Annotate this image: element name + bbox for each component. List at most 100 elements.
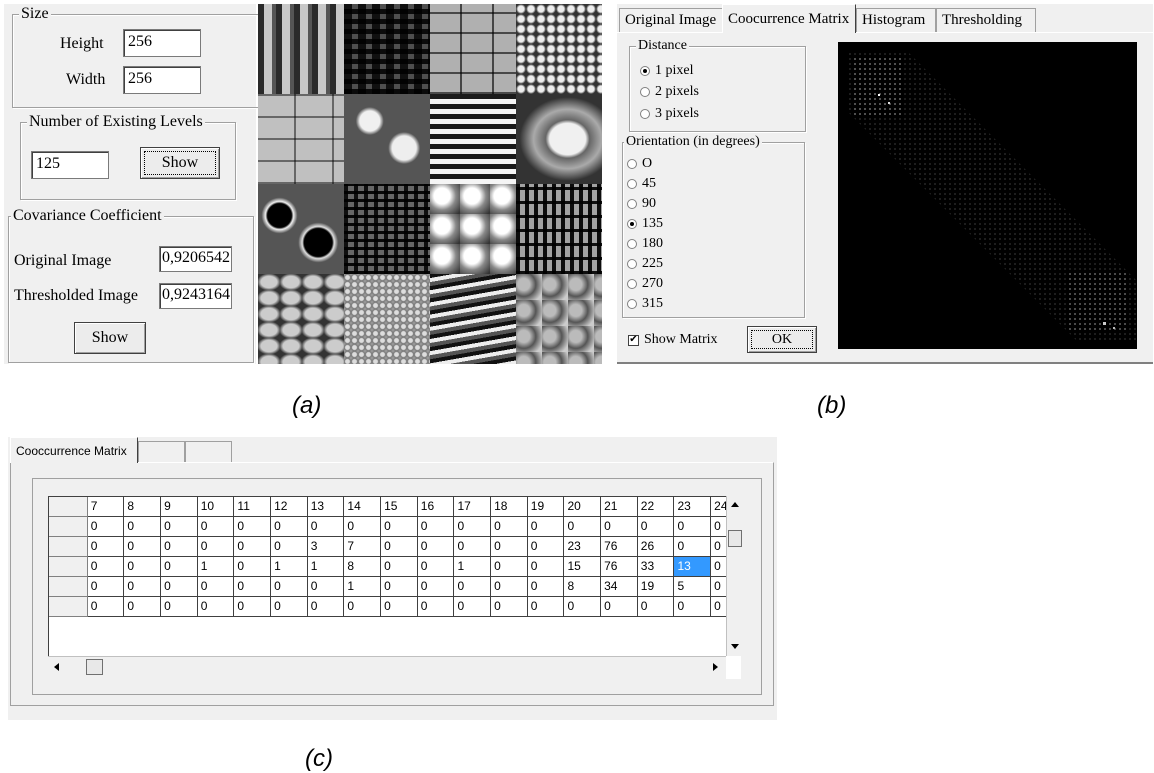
- tab-coocurrence-matrix[interactable]: Coocurrence Matrix: [722, 4, 856, 33]
- table-cell[interactable]: 0: [453, 536, 492, 557]
- table-cell[interactable]: 1: [343, 576, 382, 597]
- distance-option-2-pixels[interactable]: 2 pixels: [640, 84, 699, 100]
- table-cell[interactable]: 0: [123, 536, 162, 557]
- distance-option-3-pixels[interactable]: 3 pixels: [640, 106, 699, 122]
- scroll-right-arrow-icon[interactable]: [713, 663, 718, 671]
- column-header[interactable]: 9: [160, 497, 198, 517]
- table-cell[interactable]: 0: [600, 596, 638, 617]
- height-field[interactable]: 256: [123, 29, 201, 57]
- table-cell[interactable]: 0: [453, 576, 492, 597]
- table-cell[interactable]: 0: [86, 576, 125, 597]
- table-cell[interactable]: 0: [160, 556, 198, 577]
- table-cell[interactable]: 0: [416, 556, 455, 577]
- table-cell[interactable]: 0: [270, 536, 308, 557]
- tab-cooccurrence-matrix[interactable]: Cooccurrence Matrix: [10, 437, 138, 463]
- table-cell[interactable]: 0: [526, 556, 565, 577]
- tab-original-image[interactable]: Original Image: [619, 8, 723, 32]
- table-cell[interactable]: 0: [123, 516, 162, 537]
- column-header[interactable]: 11: [233, 497, 272, 517]
- table-cell[interactable]: 0: [380, 556, 418, 577]
- table-cell[interactable]: 0: [416, 576, 455, 597]
- table-cell[interactable]: 76: [600, 556, 638, 577]
- table-cell[interactable]: 0: [600, 516, 638, 537]
- column-header[interactable]: 10: [196, 497, 235, 517]
- tab-thresholding[interactable]: Thresholding: [936, 8, 1036, 32]
- table-cell[interactable]: 19: [636, 576, 675, 597]
- table-cell[interactable]: 0: [526, 596, 565, 617]
- table-cell[interactable]: 0: [453, 516, 492, 537]
- table-cell[interactable]: 8: [343, 556, 382, 577]
- table-cell[interactable]: 0: [86, 556, 125, 577]
- table-cell[interactable]: 0: [123, 576, 162, 597]
- table-cell[interactable]: 0: [526, 576, 565, 597]
- table-cell[interactable]: 0: [380, 596, 418, 617]
- table-cell[interactable]: 0: [306, 596, 345, 617]
- table-cell[interactable]: 0: [490, 516, 528, 537]
- original-image-field[interactable]: 0,9206542: [159, 246, 232, 272]
- table-cell[interactable]: 0: [233, 576, 272, 597]
- levels-field[interactable]: 125: [31, 151, 109, 179]
- table-cell[interactable]: 5: [673, 576, 712, 597]
- table-cell[interactable]: 1: [196, 556, 235, 577]
- table-cell[interactable]: 0: [86, 596, 125, 617]
- row-header[interactable]: [49, 556, 88, 577]
- table-cell[interactable]: 15: [563, 556, 602, 577]
- thresholded-image-field[interactable]: 0,9243164: [159, 283, 232, 309]
- table-cell[interactable]: 0: [636, 516, 675, 537]
- row-header[interactable]: [49, 576, 88, 597]
- row-header[interactable]: [49, 516, 88, 537]
- width-field[interactable]: 256: [123, 66, 201, 94]
- column-header[interactable]: 14: [343, 497, 382, 517]
- show-matrix-checkbox[interactable]: ✔ Show Matrix: [628, 332, 718, 348]
- table-cell[interactable]: 0: [306, 516, 345, 537]
- table-cell[interactable]: 0: [453, 596, 492, 617]
- table-cell[interactable]: 13: [673, 556, 712, 577]
- table-cell[interactable]: 0: [233, 556, 272, 577]
- table-cell[interactable]: 0: [160, 516, 198, 537]
- table-cell[interactable]: 0: [270, 516, 308, 537]
- table-cell[interactable]: 0: [196, 576, 235, 597]
- tab-blank-1[interactable]: [138, 441, 185, 463]
- table-cell[interactable]: 0: [160, 536, 198, 557]
- column-header[interactable]: 12: [270, 497, 308, 517]
- table-cell[interactable]: 0: [416, 516, 455, 537]
- table-cell[interactable]: 26: [636, 536, 675, 557]
- table-cell[interactable]: 1: [306, 556, 345, 577]
- table-cell[interactable]: 0: [526, 536, 565, 557]
- vertical-scrollbar[interactable]: [726, 496, 743, 656]
- column-header[interactable]: 21: [600, 497, 638, 517]
- table-cell[interactable]: 0: [343, 596, 382, 617]
- table-cell[interactable]: 1: [270, 556, 308, 577]
- scroll-up-arrow-icon[interactable]: [731, 502, 739, 507]
- table-cell[interactable]: 0: [270, 576, 308, 597]
- table-cell[interactable]: 0: [160, 596, 198, 617]
- column-header[interactable]: 22: [636, 497, 675, 517]
- column-header[interactable]: 20: [563, 497, 602, 517]
- table-cell[interactable]: 0: [270, 596, 308, 617]
- column-header[interactable]: 13: [306, 497, 345, 517]
- table-cell[interactable]: 0: [233, 536, 272, 557]
- column-header[interactable]: 23: [673, 497, 712, 517]
- table-cell[interactable]: 0: [636, 596, 675, 617]
- table-cell[interactable]: 0: [673, 596, 712, 617]
- covariance-show-button[interactable]: Show: [74, 322, 146, 354]
- table-cell[interactable]: 0: [196, 516, 235, 537]
- table-cell[interactable]: 23: [563, 536, 602, 557]
- table-cell[interactable]: 0: [490, 556, 528, 577]
- table-cell[interactable]: 0: [380, 576, 418, 597]
- column-header[interactable]: 17: [453, 497, 492, 517]
- table-cell[interactable]: 0: [526, 516, 565, 537]
- levels-show-button[interactable]: Show: [140, 147, 220, 179]
- orientation-option-315[interactable]: 315: [627, 296, 663, 312]
- tab-blank-2[interactable]: [185, 441, 232, 463]
- table-cell[interactable]: 0: [380, 536, 418, 557]
- table-cell[interactable]: 0: [306, 576, 345, 597]
- scroll-left-arrow-icon[interactable]: [54, 663, 59, 671]
- table-cell[interactable]: 0: [343, 516, 382, 537]
- table-cell[interactable]: 8: [563, 576, 602, 597]
- table-cell[interactable]: 0: [490, 596, 528, 617]
- orientation-option-90[interactable]: 90: [627, 196, 656, 212]
- table-cell[interactable]: 0: [123, 596, 162, 617]
- table-cell[interactable]: 0: [233, 516, 272, 537]
- table-cell[interactable]: 0: [380, 516, 418, 537]
